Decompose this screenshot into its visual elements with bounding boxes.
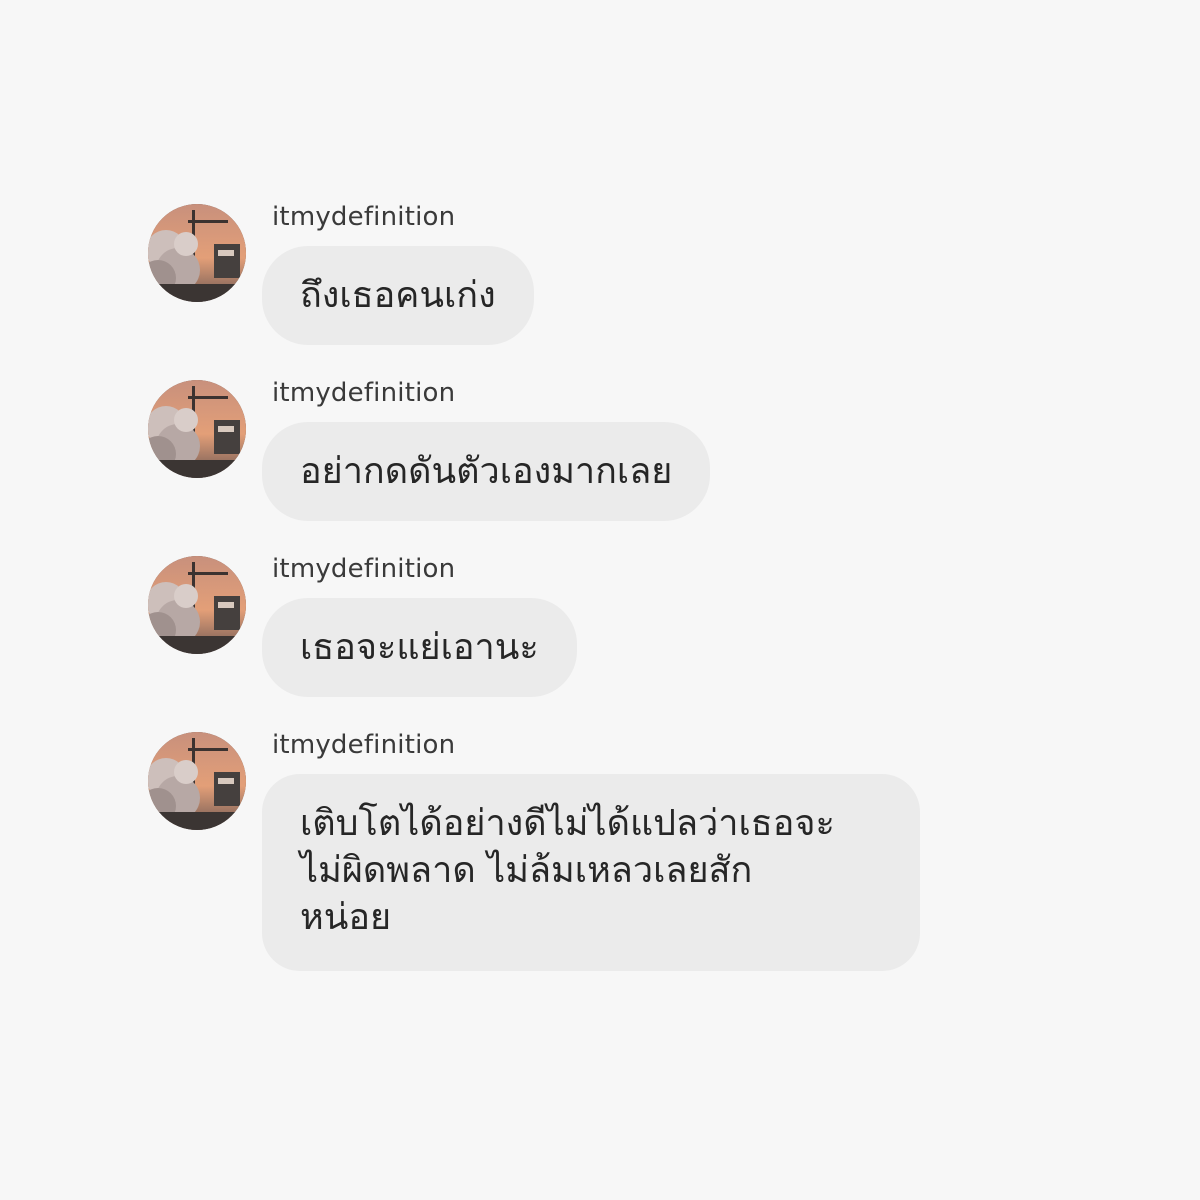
message-text-line: ไม่ผิดพลาด ไม่ล้มเหลวเลยสัก: [300, 850, 753, 891]
message-bubble[interactable]: อย่ากดดันตัวเองมากเลย: [262, 422, 711, 521]
message-text: อย่ากดดันตัวเองมากเลย: [300, 451, 673, 492]
avatar[interactable]: [148, 556, 246, 654]
avatar[interactable]: [148, 204, 246, 302]
username[interactable]: itmydefinition: [272, 200, 455, 234]
avatar-photo: [148, 204, 246, 302]
message-text: ถึงเธอคนเก่ง: [300, 275, 496, 316]
username[interactable]: itmydefinition: [272, 728, 455, 762]
message-text-line: หน่อย: [300, 897, 392, 938]
username[interactable]: itmydefinition: [272, 552, 455, 586]
avatar-photo: [148, 732, 246, 830]
message-bubble[interactable]: เธอจะแย่เอานะ: [262, 598, 577, 697]
username[interactable]: itmydefinition: [272, 376, 455, 410]
message-bubble[interactable]: เติบโตได้อย่างดีไม่ได้แปลว่าเธอจะ ไม่ผิด…: [262, 774, 920, 971]
message-text: เธอจะแย่เอานะ: [300, 627, 539, 668]
message-bubble[interactable]: ถึงเธอคนเก่ง: [262, 246, 534, 345]
avatar[interactable]: [148, 380, 246, 478]
avatar-photo: [148, 556, 246, 654]
avatar-photo: [148, 380, 246, 478]
message-text-line: เติบโตได้อย่างดีไม่ได้แปลว่าเธอจะ: [300, 803, 835, 844]
avatar[interactable]: [148, 732, 246, 830]
